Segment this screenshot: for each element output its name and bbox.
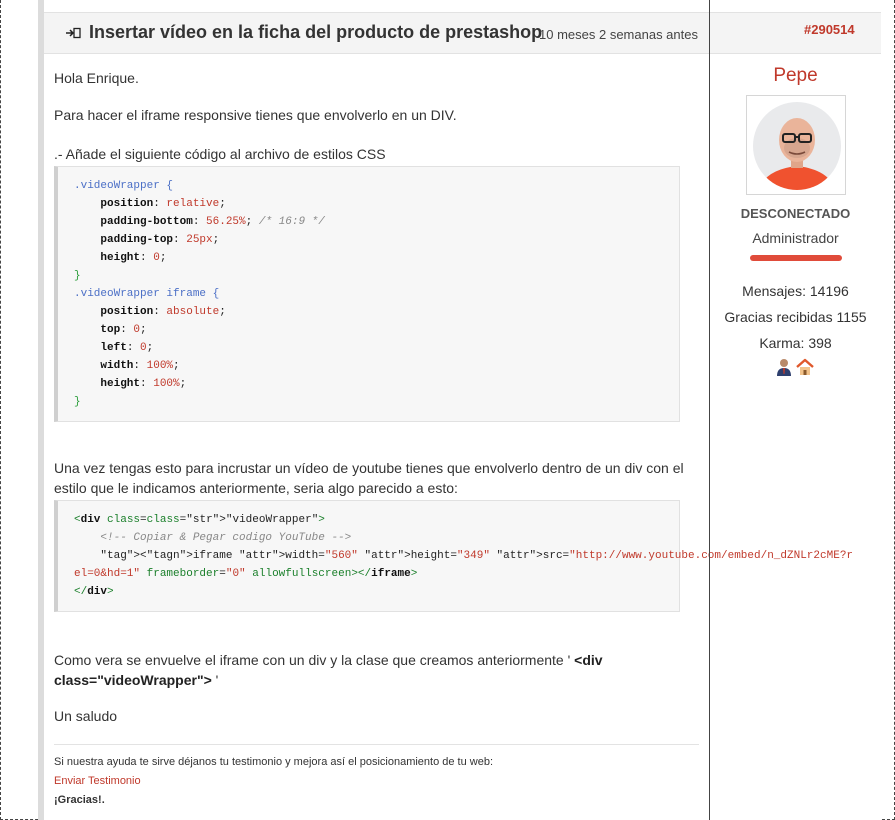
code-line: .videoWrapper iframe { (74, 288, 220, 300)
code-line: position: absolute; (100, 306, 226, 318)
step1-text: .- Añade el siguiente código al archivo … (54, 146, 386, 162)
author-name[interactable]: Pepe (710, 65, 881, 87)
avatar[interactable] (746, 95, 846, 195)
code-line: <!-- Copiar & Pegar codigo YouTube --> (74, 532, 352, 544)
html-code-block[interactable]: <div class=class="str">"videoWrapper"> <… (54, 500, 854, 612)
user-icon[interactable] (774, 357, 794, 377)
avatar-image (753, 102, 841, 190)
code-line: height: 100%; (100, 378, 187, 390)
code-line: el=0&hd=1" frameborder="0" allowfullscre… (74, 568, 418, 580)
code-line: <div class=class="str">"videoWrapper"> (74, 514, 325, 526)
online-status: DESCONECTADO (740, 206, 851, 221)
karma: Karma: 398 (759, 335, 832, 351)
post-date: 10 meses 2 semanas antes (539, 27, 698, 42)
author-divider (709, 0, 710, 820)
code-line: top: 0; (100, 324, 147, 336)
signature: Si nuestra ayuda te sirve déjanos tu tes… (54, 744, 699, 810)
post-link-icon[interactable] (65, 26, 81, 40)
post-id-link[interactable]: #290514 (804, 22, 855, 37)
intro-text: Para hacer el iframe responsive tienes q… (54, 107, 457, 123)
author-badges (710, 357, 881, 377)
greeting-text: Hola Enrique. (54, 70, 139, 86)
messages-count: Mensajes: 14196 (742, 283, 849, 299)
testimonial-link[interactable]: Enviar Testimonio (54, 772, 699, 791)
explanation-text: Como vera se envuelve el iframe con un d… (54, 652, 603, 688)
code-line: .videoWrapper { (74, 180, 174, 192)
closing-text: Un saludo (54, 708, 118, 724)
signature-text: Si nuestra ayuda te sirve déjanos tu tes… (54, 756, 494, 768)
code-line: padding-bottom: 56.25%; /* 16:9 */ (100, 216, 325, 228)
step2-text: Una vez tengas esto para incrustar un ví… (54, 460, 684, 496)
author-role: Administrador (752, 230, 839, 246)
code-line: "tag"><"tagn">iframe "attr">width="560" … (100, 550, 854, 562)
thanks-text: ¡Gracias!. (54, 794, 105, 806)
css-code-block[interactable]: .videoWrapper { position: relative; padd… (54, 166, 680, 422)
code-line: left: 0; (100, 342, 154, 354)
code-line: width: 100%; (100, 360, 180, 372)
forum-post: Insertar vídeo en la ficha del producto … (44, 0, 881, 820)
code-line: height: 0; (100, 252, 167, 264)
role-rank-bar (750, 255, 842, 261)
post-header: Insertar vídeo en la ficha del producto … (44, 12, 881, 54)
code-line: } (74, 270, 81, 282)
post-title[interactable]: Insertar vídeo en la ficha del producto … (89, 22, 542, 43)
code-line: position: relative; (100, 198, 226, 210)
code-line: padding-top: 25px; (100, 234, 220, 246)
thanks-received: Gracias recibidas 1155 (724, 309, 867, 325)
code-line: </div> (74, 586, 114, 598)
home-icon[interactable] (795, 357, 815, 377)
code-line: } (74, 396, 81, 408)
